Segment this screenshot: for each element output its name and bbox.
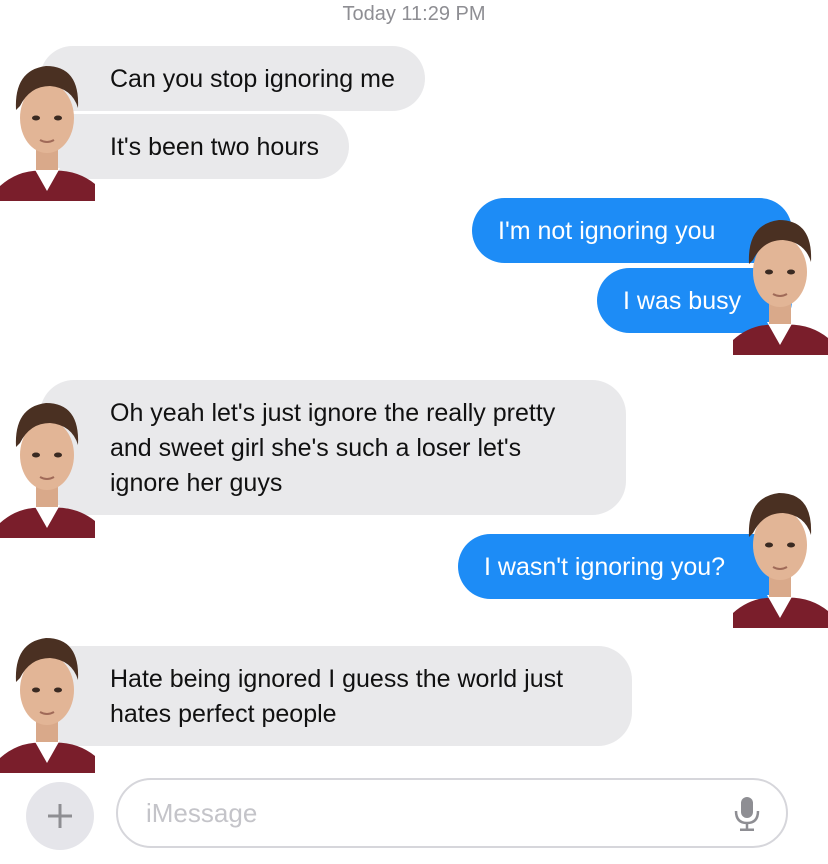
message-composer: iMessage [0, 770, 828, 864]
message-text: I was busy [623, 287, 742, 315]
avatar-user[interactable] [733, 200, 828, 355]
avatar-sender[interactable] [0, 618, 95, 773]
avatar-sender[interactable] [0, 46, 95, 201]
plus-icon [48, 804, 72, 828]
avatar-user[interactable] [733, 473, 828, 628]
message-text: It's been two hours [110, 133, 320, 161]
message-text-line: Hate being ignored I guess the world jus… [110, 665, 564, 693]
avatar-sender[interactable] [0, 383, 95, 538]
message-bubble-incoming[interactable]: Oh yeah let's just ignore the really pre… [40, 380, 626, 515]
add-attachment-button[interactable] [26, 782, 94, 850]
imessage-input[interactable]: iMessage [116, 778, 788, 848]
message-text-line: Oh yeah let's just ignore the really pre… [110, 399, 556, 427]
message-bubble-incoming[interactable]: Hate being ignored I guess the world jus… [40, 646, 632, 746]
timestamp-day: Today [342, 3, 396, 25]
message-text: Can you stop ignoring me [110, 65, 395, 93]
conversation-timestamp: Today 11:29 PM [0, 3, 828, 26]
message-text: I'm not ignoring you [498, 217, 716, 245]
microphone-icon[interactable] [734, 796, 760, 832]
imessage-placeholder: iMessage [146, 798, 258, 828]
message-text: I wasn't ignoring you? [484, 553, 726, 581]
timestamp-time: 11:29 PM [401, 3, 486, 25]
message-text-line: hates perfect people [110, 700, 337, 728]
message-bubble-incoming[interactable]: Can you stop ignoring me [40, 46, 425, 111]
message-text-line: ignore her guys [110, 469, 283, 497]
message-text-line: and sweet girl she's such a loser let's [110, 434, 522, 462]
